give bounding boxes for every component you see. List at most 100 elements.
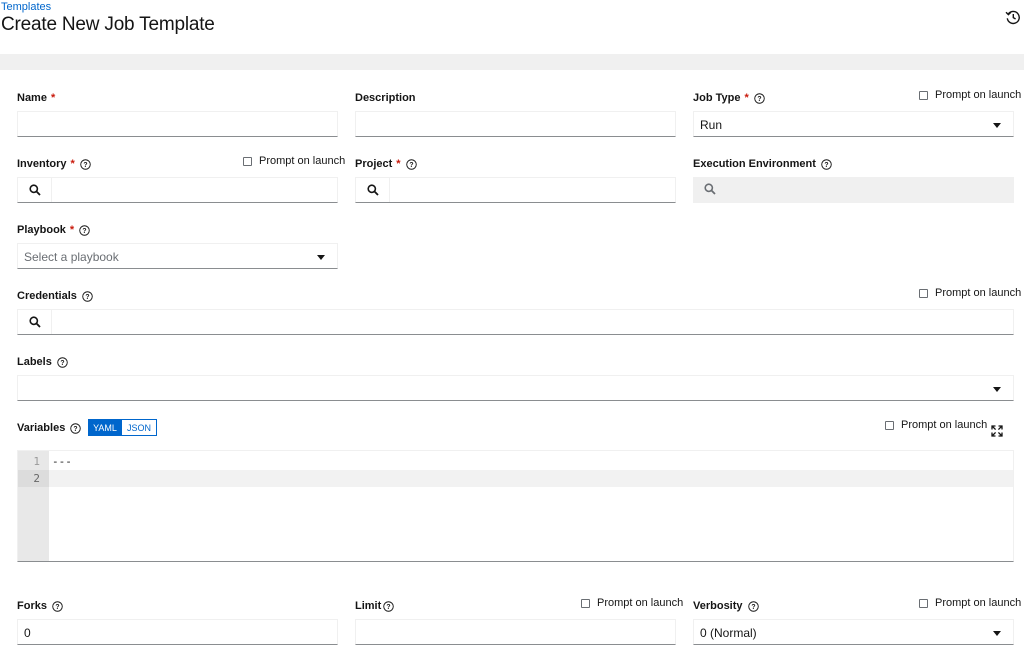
labels-label-text: Labels	[17, 356, 52, 368]
inventory-search-button[interactable]	[18, 178, 52, 202]
help-icon[interactable]: ?	[383, 600, 395, 612]
svg-text:?: ?	[55, 603, 59, 610]
prompt-checkbox[interactable]	[919, 598, 928, 608]
forks-value: 0	[24, 626, 31, 640]
svg-text:?: ?	[74, 425, 78, 432]
svg-text:?: ?	[409, 161, 413, 168]
variables-code-editor[interactable]: 1 2 ---	[17, 450, 1014, 562]
prompt-checkbox[interactable]	[885, 420, 894, 430]
inventory-label: Inventory * ?	[17, 158, 91, 170]
help-icon[interactable]: ?	[80, 158, 91, 170]
prompt-label: Prompt on launch	[935, 287, 1022, 299]
verbosity-label-text: Verbosity	[693, 600, 743, 612]
prompt-label: Prompt on launch	[935, 89, 1022, 101]
variables-mode-toggle[interactable]: YAML JSON	[88, 419, 157, 436]
search-icon	[366, 184, 379, 196]
svg-text:?: ?	[757, 95, 761, 102]
required-marker: *	[744, 92, 749, 104]
help-icon[interactable]: ?	[821, 158, 832, 170]
help-icon[interactable]: ?	[82, 290, 93, 302]
inventory-lookup[interactable]	[17, 177, 338, 203]
credentials-label: Credentials ?	[17, 290, 93, 302]
playbook-placeholder: Select a playbook	[24, 250, 119, 264]
history-icon[interactable]	[1005, 9, 1021, 25]
caret-down-icon	[317, 255, 325, 260]
verbosity-select[interactable]: 0 (Normal)	[693, 619, 1014, 645]
line-number: 1	[33, 455, 40, 468]
help-icon[interactable]: ?	[52, 600, 63, 612]
description-input[interactable]	[355, 111, 676, 137]
limit-input[interactable]	[355, 619, 676, 645]
prompt-label: Prompt on launch	[259, 155, 346, 167]
prompt-checkbox[interactable]	[919, 288, 928, 298]
execution-environment-search-button	[693, 177, 727, 201]
job-type-label-text: Job Type	[693, 92, 741, 104]
job-type-select[interactable]: Run	[693, 111, 1014, 137]
credentials-label-text: Credentials	[17, 290, 77, 302]
svg-text:?: ?	[83, 227, 87, 234]
name-label-text: Name	[17, 92, 47, 104]
required-marker: *	[70, 158, 75, 170]
credentials-search-button[interactable]	[18, 310, 52, 334]
limit-label-text: Limit	[355, 600, 382, 612]
project-lookup[interactable]	[355, 177, 676, 203]
svg-text:?: ?	[60, 359, 64, 366]
job-type-label: Job Type * ?	[693, 92, 765, 104]
code-line[interactable]	[49, 470, 1013, 487]
verbosity-label: Verbosity ?	[693, 600, 759, 612]
verbosity-prompt-on-launch[interactable]: Prompt on launch	[919, 597, 1021, 609]
line-number: 2	[18, 470, 49, 487]
svg-text:?: ?	[83, 161, 87, 168]
help-icon[interactable]: ?	[754, 92, 765, 104]
playbook-select[interactable]: Select a playbook	[17, 243, 338, 269]
prompt-checkbox[interactable]	[919, 90, 928, 100]
variables-label-text: Variables	[17, 422, 66, 434]
expand-icon[interactable]	[991, 425, 1003, 437]
required-marker: *	[396, 158, 401, 170]
limit-label: Limit ?	[355, 600, 395, 612]
description-label: Description	[355, 92, 416, 104]
forks-label: Forks ?	[17, 600, 63, 612]
description-label-text: Description	[355, 92, 416, 104]
code-line[interactable]: ---	[49, 453, 1013, 470]
search-icon	[704, 183, 716, 195]
prompt-label: Prompt on launch	[597, 597, 684, 609]
yaml-toggle-button[interactable]: YAML	[88, 419, 122, 436]
help-icon[interactable]: ?	[70, 422, 82, 434]
execution-environment-lookup	[693, 177, 1014, 203]
project-label: Project * ?	[355, 158, 417, 170]
caret-down-icon	[993, 387, 1001, 392]
help-icon[interactable]: ?	[747, 600, 759, 612]
svg-text:?: ?	[751, 603, 755, 610]
inventory-prompt-on-launch[interactable]: Prompt on launch	[243, 155, 345, 167]
name-input[interactable]	[17, 111, 338, 137]
variables-prompt-on-launch[interactable]: Prompt on launch	[885, 419, 987, 431]
json-toggle-button[interactable]: JSON	[122, 419, 157, 436]
forks-input[interactable]: 0	[17, 619, 338, 645]
project-search-button[interactable]	[356, 178, 390, 202]
help-icon[interactable]: ?	[57, 356, 68, 368]
help-icon[interactable]: ?	[79, 224, 90, 236]
credentials-prompt-on-launch[interactable]: Prompt on launch	[919, 287, 1021, 299]
required-marker: *	[50, 92, 56, 104]
svg-text:?: ?	[85, 293, 89, 300]
inventory-label-text: Inventory	[17, 158, 67, 170]
prompt-label: Prompt on launch	[901, 419, 988, 431]
credentials-lookup[interactable]	[17, 309, 1014, 335]
prompt-label: Prompt on launch	[935, 597, 1022, 609]
limit-prompt-on-launch[interactable]: Prompt on launch	[581, 597, 683, 609]
forks-label-text: Forks	[17, 600, 47, 612]
name-label: Name *	[17, 92, 55, 104]
form-header-band	[0, 54, 1024, 70]
labels-select[interactable]	[17, 375, 1014, 401]
prompt-checkbox[interactable]	[243, 156, 252, 166]
help-icon[interactable]: ?	[405, 158, 417, 170]
verbosity-value: 0 (Normal)	[700, 626, 757, 640]
job-type-prompt-on-launch[interactable]: Prompt on launch	[919, 89, 1021, 101]
prompt-checkbox[interactable]	[581, 598, 590, 608]
svg-text:?: ?	[387, 603, 391, 610]
breadcrumb-templates[interactable]: Templates	[1, 1, 51, 13]
playbook-label-text: Playbook	[17, 224, 66, 236]
execution-environment-label: Execution Environment ?	[693, 158, 832, 170]
project-label-text: Project	[355, 158, 393, 170]
